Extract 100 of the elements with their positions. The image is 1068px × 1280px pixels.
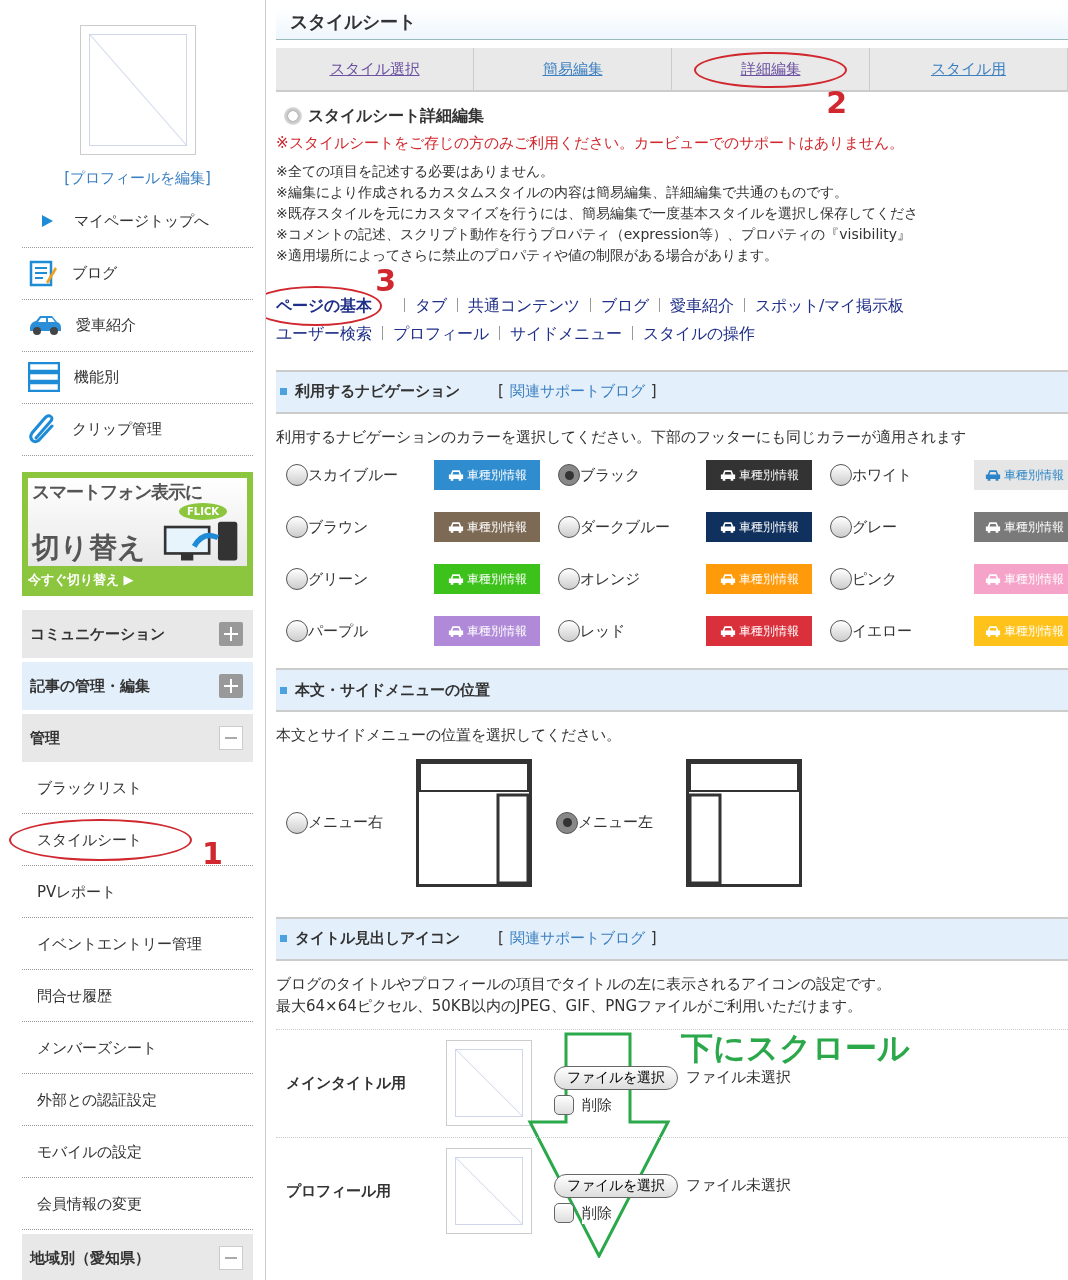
choose-file-button[interactable]: ファイルを選択: [554, 1065, 678, 1090]
expand-icon[interactable]: [219, 622, 243, 647]
option-label: レッド: [580, 620, 626, 642]
radio-button[interactable]: [286, 620, 308, 642]
nav-link[interactable]: プロフィール: [393, 323, 489, 343]
tab[interactable]: 簡易編集: [474, 48, 671, 90]
option-label: スカイブルー: [308, 464, 399, 486]
car-icon: [28, 313, 62, 337]
car-icon: [719, 624, 736, 638]
bracket-text: ]: [650, 381, 657, 403]
option-label: ブラウン: [308, 516, 369, 538]
radio-button[interactable]: [830, 568, 852, 590]
sidebar-menu-link[interactable]: スタイルシート: [37, 830, 142, 849]
section-title: 利用するナビゲーション: [295, 381, 460, 403]
radio-button[interactable]: [558, 464, 580, 486]
sidebar-menu-link[interactable]: モバイルの設定: [37, 1142, 142, 1161]
sidebar-menu-link[interactable]: マイページトップへ: [74, 209, 209, 233]
sidebar-menu-link[interactable]: PVレポート: [37, 882, 117, 901]
radio-button[interactable]: [830, 620, 852, 642]
sample-label: 車種別情報: [466, 519, 527, 536]
radio-button[interactable]: [286, 811, 308, 834]
sidebar-menu-link[interactable]: 愛車紹介: [76, 313, 136, 337]
profile-edit-link[interactable]: [プロフィールを編集]: [22, 167, 253, 190]
sample-label: 車種別情報: [738, 571, 799, 588]
expand-icon[interactable]: [219, 674, 243, 699]
sidebar-section-header[interactable]: コミュニケーション: [22, 610, 253, 659]
bracket-text: [: [498, 381, 504, 403]
tab[interactable]: 詳細編集: [672, 48, 869, 90]
radio-button[interactable]: [558, 516, 580, 538]
option-label: オレンジ: [580, 568, 641, 590]
nav-link[interactable]: タブ: [415, 295, 447, 315]
bracket-text: ]: [650, 928, 657, 950]
car-icon: [719, 572, 736, 586]
sample-label: 車種別情報: [466, 623, 527, 640]
nav-link[interactable]: スポット/マイ掲示板: [755, 295, 905, 315]
car-icon: [985, 468, 1002, 482]
radio-button[interactable]: [286, 464, 308, 486]
nav-link[interactable]: 愛車紹介: [670, 295, 734, 315]
nav-link[interactable]: ブログ: [601, 295, 649, 315]
sidebar-menu-link[interactable]: 会員情報の変更: [37, 1194, 142, 1213]
sample-label: 車種別情報: [1004, 571, 1065, 588]
radio-button[interactable]: [830, 516, 852, 538]
nav-link[interactable]: サイドメニュー: [510, 323, 622, 343]
description-text: 利用するナビゲーションのカラーを選択してください。下部のフッターにも同じカラーが適用されます: [276, 426, 967, 448]
car-icon: [447, 572, 464, 586]
option-label: ホワイト: [852, 464, 913, 486]
note-text: ※既存スタイルを元にカスタマイズを行うには、簡易編集で一度基本スタイルを選択し保存してくださ: [276, 203, 919, 223]
radio-button[interactable]: [558, 620, 580, 642]
option-label: グレー: [852, 516, 898, 538]
sidebar-section-header[interactable]: 記事の管理・編集: [22, 662, 253, 711]
annotation-number: 2: [826, 88, 847, 118]
sidebar-menu-link[interactable]: 外部との認証設定: [37, 1090, 157, 1109]
car-icon: [719, 520, 736, 534]
checkbox[interactable]: [554, 1202, 574, 1223]
nav-link[interactable]: スタイルの操作: [643, 323, 755, 343]
checkbox[interactable]: [554, 1094, 574, 1115]
radio-button[interactable]: [830, 464, 852, 486]
sidebar-menu-link[interactable]: ブログ: [72, 261, 117, 285]
nav-link[interactable]: ユーザー検索: [276, 323, 372, 343]
sidebar-menu-link[interactable]: 機能別: [74, 365, 119, 389]
option-label: ダークブルー: [580, 516, 671, 538]
square-bullet-icon: [280, 388, 287, 395]
sample-label: 車種別情報: [466, 571, 527, 588]
radio-button[interactable]: [286, 516, 308, 538]
tab[interactable]: スタイル選択: [276, 48, 473, 90]
sidebar-menu-link[interactable]: 問合せ履歴: [37, 986, 112, 1005]
smartphone-banner[interactable]: スマートフォン表示に 切り替え FLICK 今すぐ切り替え ▶: [22, 471, 253, 597]
sidebar-section-header[interactable]: 管理: [22, 714, 253, 763]
description-text: 本文とサイドメニューの位置を選択してください。: [276, 725, 622, 746]
car-icon: [447, 624, 464, 638]
sidebar-menu-link[interactable]: イベントエントリー管理: [37, 934, 202, 953]
option-label: ブラック: [580, 464, 641, 486]
flick-badge: FLICK: [179, 502, 227, 520]
radio-button[interactable]: [286, 568, 308, 590]
section-title: タイトル見出しアイコン: [295, 928, 460, 950]
tab[interactable]: スタイル用: [870, 48, 1067, 90]
sidebar-section-header[interactable]: 地域別（愛知県）: [22, 1234, 253, 1280]
option-label: メニュー右: [308, 812, 384, 834]
annotation-number: 1: [202, 838, 223, 869]
row-label: メインタイトル用: [286, 1072, 407, 1094]
row-label: プロフィール用: [286, 1180, 392, 1202]
square-bullet-icon: [280, 935, 287, 942]
radio-icon: [284, 107, 302, 125]
support-blog-link[interactable]: 関連サポートブログ: [509, 927, 645, 950]
banner-title: スマートフォン表示に: [32, 479, 203, 503]
car-icon: [447, 468, 464, 482]
sidebar-menu-link[interactable]: メンバーズシート: [37, 1038, 157, 1057]
option-label: イエロー: [852, 620, 913, 642]
nav-link[interactable]: ページの基本: [276, 295, 372, 315]
sidebar-menu-link[interactable]: ブラックリスト: [37, 778, 142, 797]
radio-button[interactable]: [558, 568, 580, 590]
square-bullet-icon: [280, 686, 287, 694]
support-blog-link[interactable]: 関連サポートブログ: [509, 380, 645, 403]
description-text: ブログのタイトルやプロフィールの項目でタイトルの左に表示されるアイコンの設定です。: [276, 973, 892, 995]
sidebar-menu-link[interactable]: クリップ管理: [72, 417, 162, 441]
note-text: ※編集により作成されるカスタムスタイルの内容は簡易編集、詳細編集で共通のものです。: [276, 182, 849, 202]
nav-link[interactable]: 共通コンテンツ: [468, 295, 580, 315]
option-label: ピンク: [852, 568, 898, 590]
radio-button[interactable]: [556, 811, 578, 834]
choose-file-button[interactable]: ファイルを選択: [554, 1173, 678, 1198]
